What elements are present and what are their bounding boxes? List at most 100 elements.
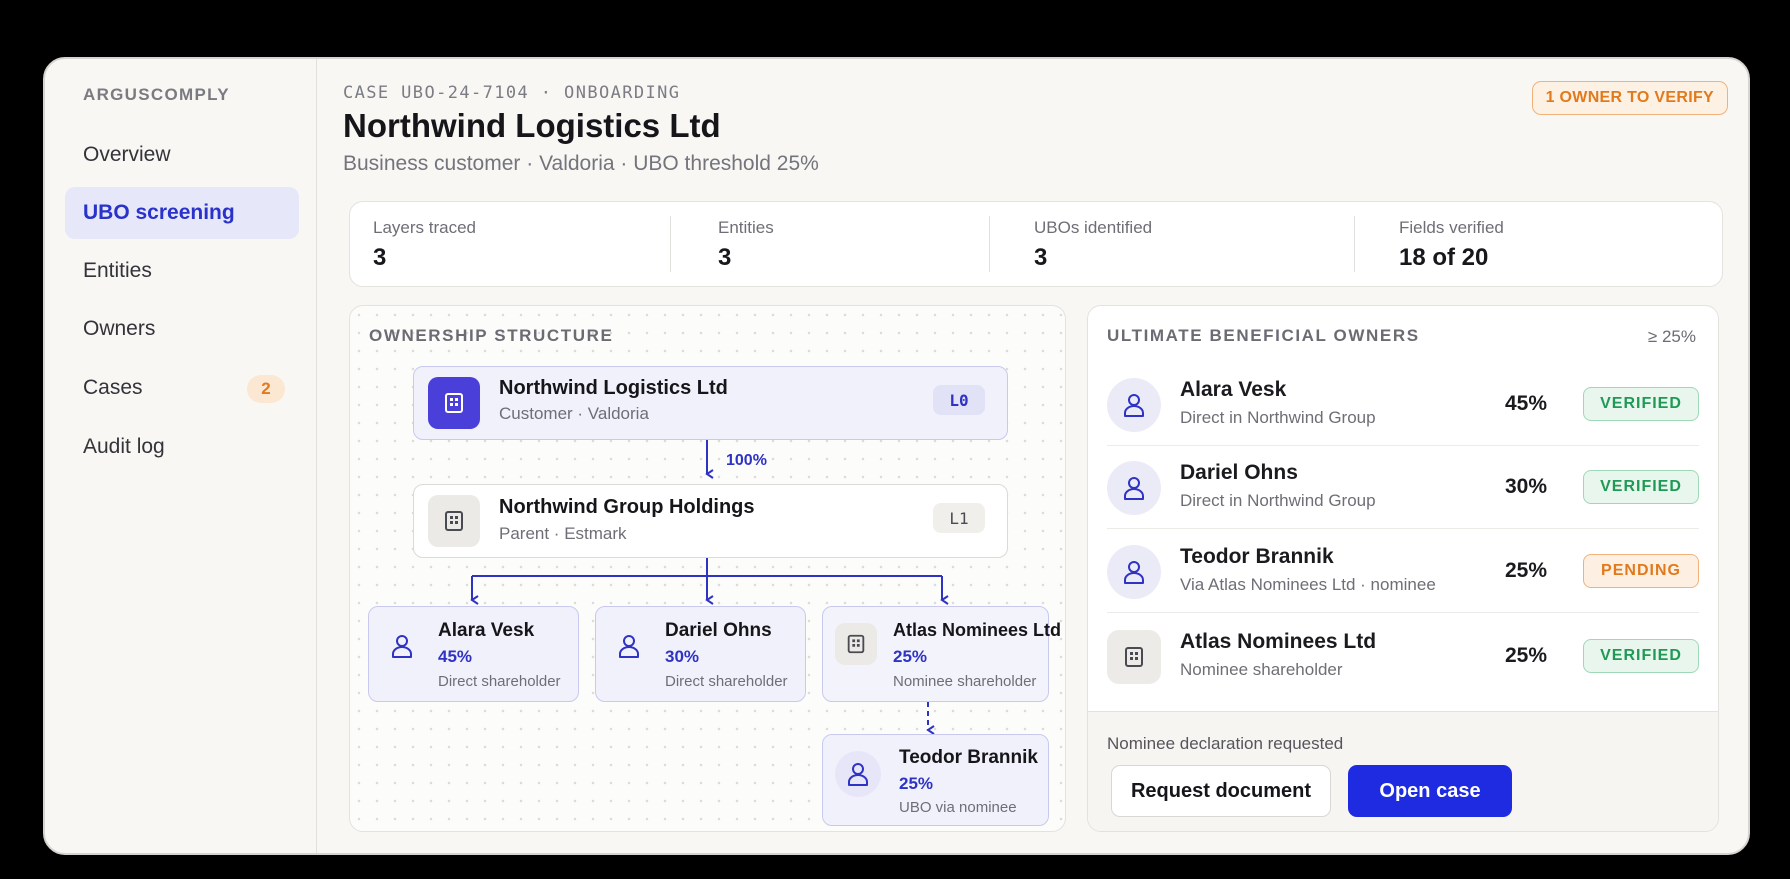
node-customer[interactable]: Northwind Logistics Ltd Customer · Valdo… xyxy=(413,366,1008,440)
owner-percentage: 45% xyxy=(1504,392,1547,415)
page-title: Northwind Logistics Ltd xyxy=(343,107,721,144)
sidebar: ARGUSCOMPLY Overview UBO screening Entit… xyxy=(45,59,317,853)
building-icon xyxy=(428,377,480,429)
owner-relation: Direct in Northwind Group xyxy=(1180,408,1376,427)
status-badge: VERIFIED xyxy=(1583,470,1699,504)
person-icon xyxy=(1107,461,1161,515)
node-percentage: 25% xyxy=(899,774,934,793)
node-name: Northwind Group Holdings xyxy=(499,496,755,518)
stat-divider xyxy=(989,216,990,272)
node-percentage: 30% xyxy=(665,647,700,666)
app-window: ARGUSCOMPLY Overview UBO screening Entit… xyxy=(43,57,1750,855)
level-badge: L1 xyxy=(933,503,985,533)
node-name: Dariel Ohns xyxy=(665,620,772,641)
stat-value: 3 xyxy=(1034,244,1048,271)
node-name: Atlas Nominees Ltd xyxy=(893,620,1062,640)
sidebar-item-overview[interactable]: Overview xyxy=(65,129,299,181)
case-id: CASE UBO-24-7104 · ONBOARDING xyxy=(343,83,681,103)
owner-percentage: 25% xyxy=(1504,644,1547,667)
owner-relation: Via Atlas Nominees Ltd · nominee xyxy=(1180,575,1436,594)
sidebar-item-label: Audit log xyxy=(83,435,165,458)
request-document-button[interactable]: Request document xyxy=(1111,765,1331,817)
node-owner-dariel-ohns[interactable]: Dariel Ohns 30% Direct shareholder xyxy=(595,606,806,702)
stat-value: 3 xyxy=(718,244,732,271)
stat-value: 3 xyxy=(373,244,387,271)
cases-count-badge: 2 xyxy=(247,375,285,403)
owner-relation: Direct in Northwind Group xyxy=(1180,491,1376,510)
person-icon xyxy=(379,623,425,669)
owner-relation: Nominee shareholder xyxy=(1180,660,1343,679)
ubo-row[interactable]: Atlas Nominees Ltd Nominee shareholder 2… xyxy=(1107,616,1699,698)
node-owner-alara-vesk[interactable]: Alara Vesk 45% Direct shareholder xyxy=(368,606,579,702)
threshold-label: ≥ 25% xyxy=(1647,327,1696,346)
building-icon xyxy=(428,495,480,547)
stat-label: Fields verified xyxy=(1399,218,1504,237)
stat-label: Entities xyxy=(718,218,774,237)
ubo-row[interactable]: Teodor Brannik Via Atlas Nominees Ltd · … xyxy=(1107,531,1699,613)
ubo-row[interactable]: Alara Vesk Direct in Northwind Group 45%… xyxy=(1107,364,1699,446)
stat-divider xyxy=(670,216,671,272)
owners-to-verify-badge[interactable]: 1 OWNER TO VERIFY xyxy=(1531,81,1728,115)
node-description: Direct shareholder xyxy=(438,673,561,690)
panel-heading: ULTIMATE BENEFICIAL OWNERS xyxy=(1107,326,1420,345)
stat-layers-traced: Layers traced 3 xyxy=(373,218,476,272)
person-icon xyxy=(606,623,652,669)
edge-percentage: 100% xyxy=(726,452,767,469)
node-sub: Customer · Valdoria xyxy=(499,404,649,423)
node-name: Teodor Brannik xyxy=(899,747,1038,768)
status-badge: VERIFIED xyxy=(1583,639,1699,673)
sidebar-item-cases[interactable]: Cases 2 xyxy=(65,362,299,414)
sidebar-item-audit-log[interactable]: Audit log xyxy=(65,421,299,473)
sidebar-item-label: Cases xyxy=(83,376,143,399)
owner-name: Dariel Ohns xyxy=(1180,461,1298,484)
open-case-button[interactable]: Open case xyxy=(1348,765,1512,817)
stat-ubos-identified: UBOs identified 3 xyxy=(1034,218,1152,272)
node-name: Northwind Logistics Ltd xyxy=(499,377,728,399)
node-percentage: 25% xyxy=(893,647,928,666)
sidebar-item-label: Owners xyxy=(83,317,156,340)
ubo-row[interactable]: Dariel Ohns Direct in Northwind Group 30… xyxy=(1107,447,1699,529)
stat-divider xyxy=(1354,216,1355,272)
stat-entities: Entities 3 xyxy=(718,218,774,272)
level-badge: L0 xyxy=(933,385,985,415)
ubo-panel-footer: Nominee declaration requested Request do… xyxy=(1088,711,1718,831)
building-icon xyxy=(835,623,877,665)
node-owner-atlas-nominees[interactable]: Atlas Nominees Ltd 25% Nominee sharehold… xyxy=(822,606,1061,702)
sidebar-item-label: Entities xyxy=(83,259,152,282)
stat-value: 18 of 20 xyxy=(1399,244,1489,271)
owner-percentage: 25% xyxy=(1504,559,1547,582)
ownership-structure-panel: OWNERSHIP STRUCTURE Northwind Logistics … xyxy=(349,305,1066,832)
stat-label: Layers traced xyxy=(373,218,476,237)
stat-label: UBOs identified xyxy=(1034,218,1153,237)
status-badge: PENDING xyxy=(1583,554,1699,588)
owner-name: Teodor Brannik xyxy=(1180,545,1334,568)
stat-fields-verified: Fields verified 18 of 20 xyxy=(1399,218,1504,272)
main-content: CASE UBO-24-7104 · ONBOARDING Northwind … xyxy=(317,59,1748,853)
footer-note: Nominee declaration requested xyxy=(1107,734,1344,753)
status-badge: VERIFIED xyxy=(1583,387,1699,421)
node-name: Alara Vesk xyxy=(438,620,535,641)
node-description: UBO via nominee xyxy=(899,799,1017,816)
sidebar-item-label: UBO screening xyxy=(83,201,235,224)
sidebar-item-ubo-screening[interactable]: UBO screening xyxy=(65,187,299,239)
owner-name: Atlas Nominees Ltd xyxy=(1180,630,1377,653)
person-icon xyxy=(1107,378,1161,432)
sidebar-item-entities[interactable]: Entities xyxy=(65,245,299,297)
node-owner-teodor-brannik[interactable]: Teodor Brannik 25% UBO via nominee xyxy=(822,734,1049,826)
ubo-panel: ULTIMATE BENEFICIAL OWNERS ≥ 25% Alara V… xyxy=(1087,305,1719,832)
page-subtitle: Business customer · Valdoria · UBO thres… xyxy=(343,152,819,175)
node-description: Direct shareholder xyxy=(665,673,788,690)
node-sub: Parent · Estmark xyxy=(499,524,627,543)
stats-bar: Layers traced 3 Entities 3 UBOs identifi… xyxy=(349,201,1723,287)
person-icon xyxy=(1107,545,1161,599)
building-icon xyxy=(1107,630,1161,684)
sidebar-item-owners[interactable]: Owners xyxy=(65,303,299,355)
brand-logo: ARGUSCOMPLY xyxy=(83,85,230,104)
node-description: Nominee shareholder xyxy=(893,673,1037,690)
node-parent[interactable]: Northwind Group Holdings Parent · Estmar… xyxy=(413,484,1008,558)
node-percentage: 45% xyxy=(438,647,473,666)
owner-name: Alara Vesk xyxy=(1180,378,1287,401)
sidebar-item-label: Overview xyxy=(83,143,171,166)
person-icon xyxy=(835,751,881,797)
owner-percentage: 30% xyxy=(1504,475,1547,498)
